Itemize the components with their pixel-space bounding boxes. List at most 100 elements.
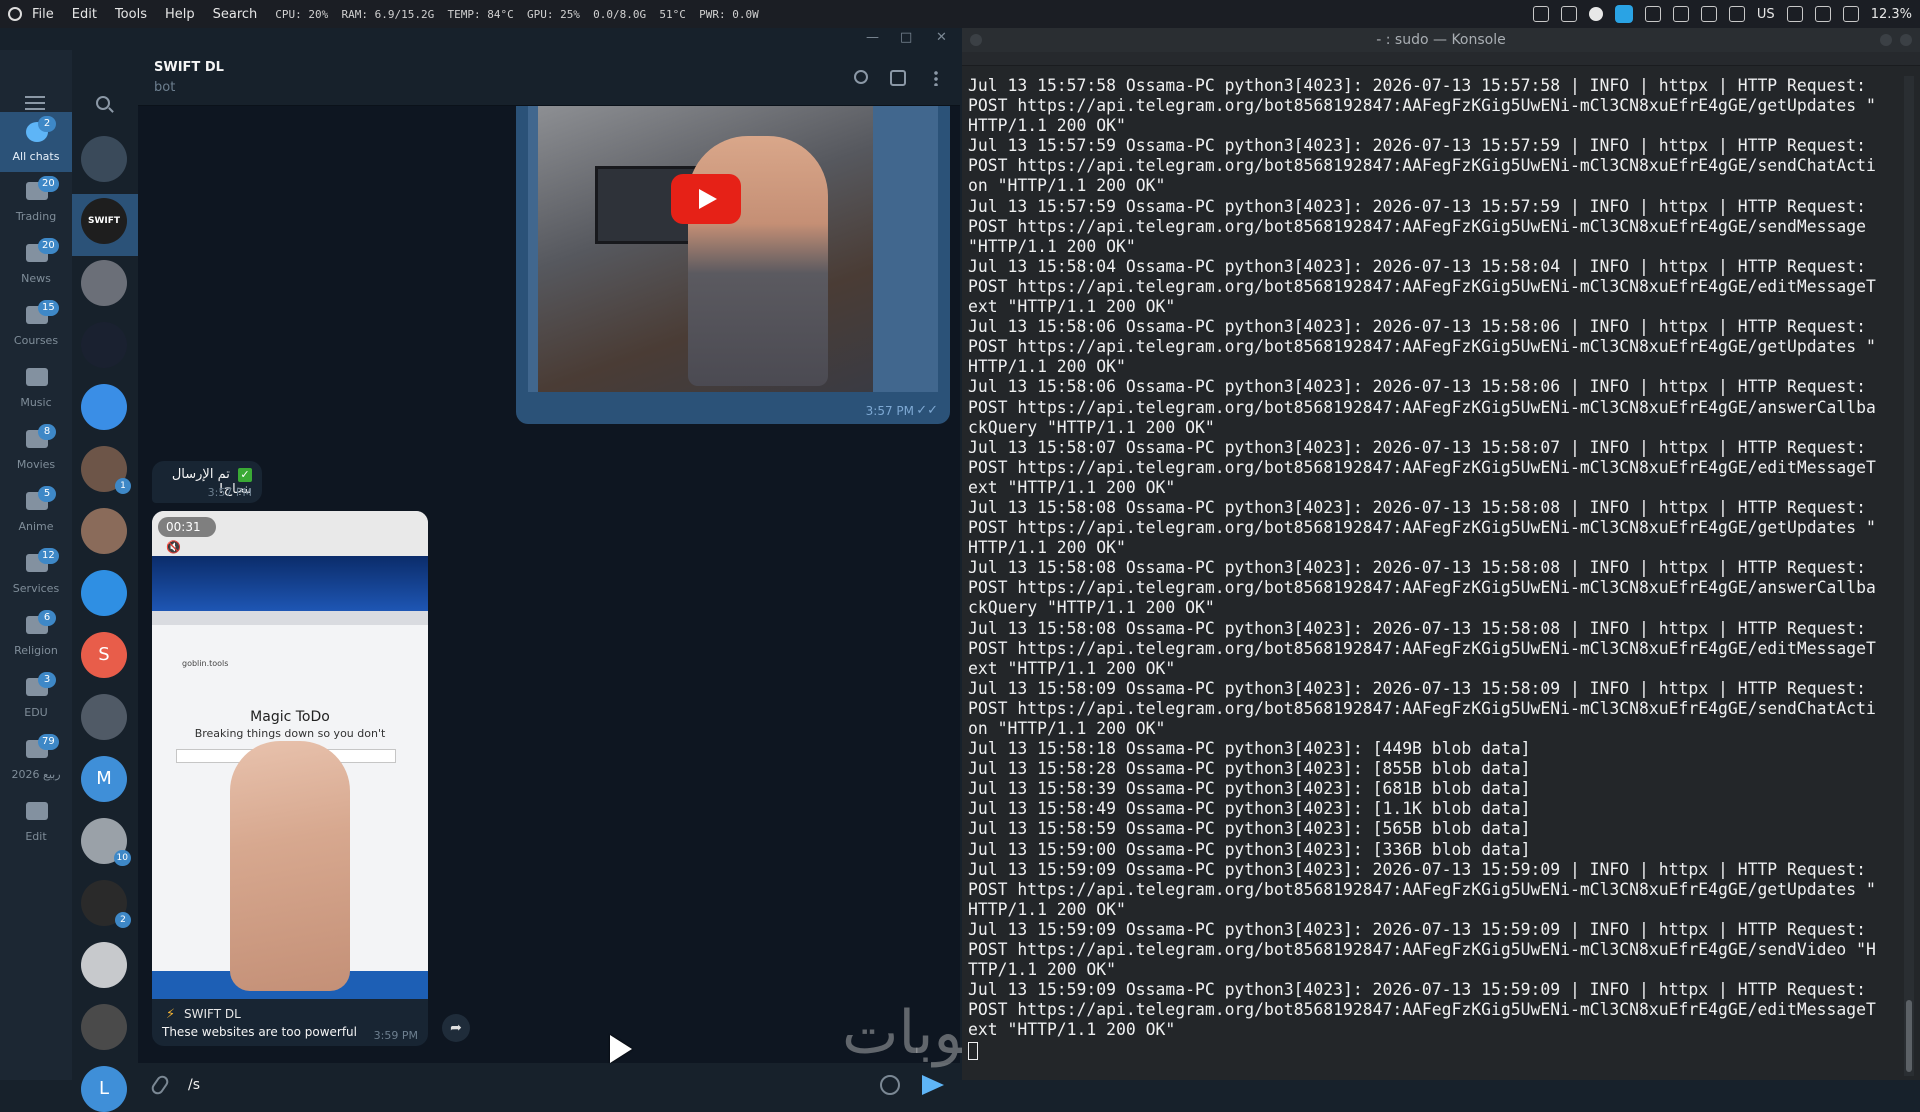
folder-sidebar: 2 All chats 20 Trading 20 News 15 Courses Music 8… — [0, 50, 72, 1080]
folder-item[interactable]: 8 Movies — [0, 420, 72, 480]
folder-item[interactable]: Music — [0, 358, 72, 418]
folder-item[interactable]: 3 EDU — [0, 668, 72, 728]
telegram-tray-icon[interactable] — [1614, 5, 1633, 23]
chat-avatar[interactable]: SWIFT — [81, 198, 127, 244]
screen-title: Magic ToDo — [250, 709, 330, 725]
terminal-line: Jul 13 15:59:09 Ossama-PC python3[4023]:… — [968, 859, 1866, 879]
send-icon[interactable] — [922, 1075, 944, 1095]
incoming-video-message[interactable]: goblin.tools Magic ToDo Breaking things … — [152, 511, 428, 1046]
folder-item[interactable]: 6 Religion — [0, 606, 72, 666]
video-caption: These websites are too powerful — [162, 1025, 357, 1039]
terminal-line: Jul 13 15:57:59 Ossama-PC python3[4023]:… — [968, 136, 1866, 156]
menu-help[interactable]: Help — [165, 7, 195, 22]
terminal-line: Jul 13 15:58:08 Ossama-PC python3[4023]:… — [968, 497, 1866, 517]
konsole-tabbar — [962, 52, 1920, 66]
close-icon[interactable]: ✕ — [936, 30, 947, 45]
message-input[interactable] — [188, 1071, 748, 1099]
terminal-cursor-icon — [968, 1042, 978, 1060]
chat-avatar[interactable] — [81, 260, 127, 306]
mouse-cursor-icon — [610, 1035, 632, 1063]
menu-tools[interactable]: Tools — [115, 7, 147, 22]
launcher-icon[interactable] — [8, 7, 22, 21]
terminal-line: Jul 13 15:58:39 Ossama-PC python3[4023]:… — [968, 779, 1531, 799]
battery-icon[interactable] — [1814, 6, 1831, 22]
forward-icon[interactable]: ➦ — [442, 1014, 470, 1042]
menu-icon[interactable] — [25, 96, 45, 110]
chat-search-icon[interactable] — [854, 70, 868, 84]
play-icon[interactable] — [671, 174, 741, 224]
konsole-titlebar: - : sudo — Konsole — [962, 28, 1920, 52]
menu-edit[interactable]: Edit — [72, 7, 97, 22]
notifications-off-icon[interactable] — [1560, 6, 1577, 22]
outgoing-video-message[interactable]: 3:57 PM ✓✓ — [516, 106, 950, 424]
chat-title[interactable]: SWIFT DL — [154, 60, 224, 75]
update-icon[interactable] — [1644, 6, 1661, 22]
chat-avatar[interactable] — [81, 570, 127, 616]
keyboard-layout[interactable]: US — [1757, 7, 1775, 22]
folder-item[interactable]: 5 Anime — [0, 482, 72, 542]
chat-avatar[interactable] — [81, 1004, 127, 1050]
search-icon[interactable] — [96, 96, 110, 110]
chat-avatar[interactable] — [81, 136, 127, 182]
side-panel-icon[interactable] — [890, 70, 906, 86]
folder-label: Courses — [13, 334, 59, 347]
video-duration-pill[interactable]: 00:31 🔇 — [158, 517, 216, 554]
chat-avatar[interactable] — [81, 942, 127, 988]
unread-badge: 8 — [38, 424, 56, 440]
terminal-scrollbar[interactable] — [1904, 76, 1914, 1076]
chat-avatar[interactable] — [81, 384, 127, 430]
attach-icon[interactable] — [149, 1073, 171, 1097]
chat-avatar[interactable]: 2 — [81, 880, 131, 928]
terminal-line: Jul 13 15:59:00 Ossama-PC python3[4023]:… — [968, 839, 1531, 859]
chat-avatar[interactable]: S — [81, 632, 127, 678]
chat-avatar[interactable]: L — [81, 1066, 127, 1112]
mute-icon[interactable]: 🔇 — [166, 540, 181, 554]
video-scene-browserbar — [152, 611, 428, 625]
chat-avatar[interactable]: 1 — [81, 446, 131, 494]
unread-badge: 1 — [115, 478, 131, 494]
bluetooth-icon[interactable] — [1700, 6, 1717, 22]
volume-icon[interactable] — [1672, 6, 1689, 22]
close-icon[interactable] — [1900, 34, 1912, 46]
folder-item[interactable]: Edit — [0, 792, 72, 852]
minimize-icon[interactable]: — — [866, 30, 879, 45]
window-menu-icon[interactable] — [970, 34, 982, 46]
terminal-output[interactable]: Jul 13 15:57:58 Ossama-PC python3[4023]:… — [968, 76, 1886, 1076]
status-dot-icon[interactable] — [1588, 7, 1603, 21]
folder-item[interactable]: 20 Trading — [0, 172, 72, 232]
folder-item[interactable]: 12 Services — [0, 544, 72, 604]
terminal-line: POST https://api.telegram.org/bot8568192… — [968, 1000, 1876, 1020]
chat-avatar[interactable] — [81, 694, 127, 740]
more-options-icon[interactable] — [934, 70, 938, 86]
terminal-line: POST https://api.telegram.org/bot8568192… — [968, 96, 1876, 116]
folder-item[interactable]: 20 News — [0, 234, 72, 294]
menu-search[interactable]: Search — [213, 7, 258, 22]
brightness-icon[interactable] — [1728, 6, 1745, 22]
folder-item[interactable]: 15 Courses — [0, 296, 72, 356]
maximize-icon[interactable]: □ — [900, 30, 912, 45]
menu-file[interactable]: File — [32, 7, 54, 22]
scrollbar-thumb[interactable] — [1906, 1000, 1912, 1072]
folder-item[interactable]: 2 All chats — [0, 112, 72, 172]
clipboard-icon[interactable] — [1532, 6, 1549, 22]
folder-label: Anime — [18, 520, 54, 533]
wifi-icon[interactable] — [1786, 6, 1803, 22]
minimize-icon[interactable] — [1880, 34, 1892, 46]
chat-avatar[interactable] — [81, 322, 127, 368]
video-thumbnail[interactable]: goblin.tools Magic ToDo Breaking things … — [152, 511, 428, 999]
hand-graphic — [230, 741, 350, 991]
video-thumbnail[interactable] — [538, 106, 873, 392]
incoming-text-message[interactable]: ✓ تم الإرسال بنجاح! 3:57 PM — [152, 461, 262, 503]
folder-label: News — [21, 272, 51, 285]
chat-avatar[interactable] — [81, 508, 127, 554]
chevron-down-icon[interactable] — [1842, 6, 1859, 22]
terminal-line: Jul 13 15:58:09 Ossama-PC python3[4023]:… — [968, 678, 1866, 698]
chat-avatar[interactable]: M — [81, 756, 127, 802]
terminal-line: ext "HTTP/1.1 200 OK" — [968, 1020, 1176, 1040]
terminal-line: Jul 13 15:58:04 Ossama-PC python3[4023]:… — [968, 256, 1866, 276]
emoji-icon[interactable] — [880, 1075, 900, 1095]
chat-avatar[interactable]: 10 — [81, 818, 131, 866]
folder-item[interactable]: 79 ربيع 2026 — [0, 730, 72, 790]
terminal-line: POST https://api.telegram.org/bot8568192… — [968, 518, 1876, 538]
terminal-line: ckQuery "HTTP/1.1 200 OK" — [968, 417, 1215, 437]
